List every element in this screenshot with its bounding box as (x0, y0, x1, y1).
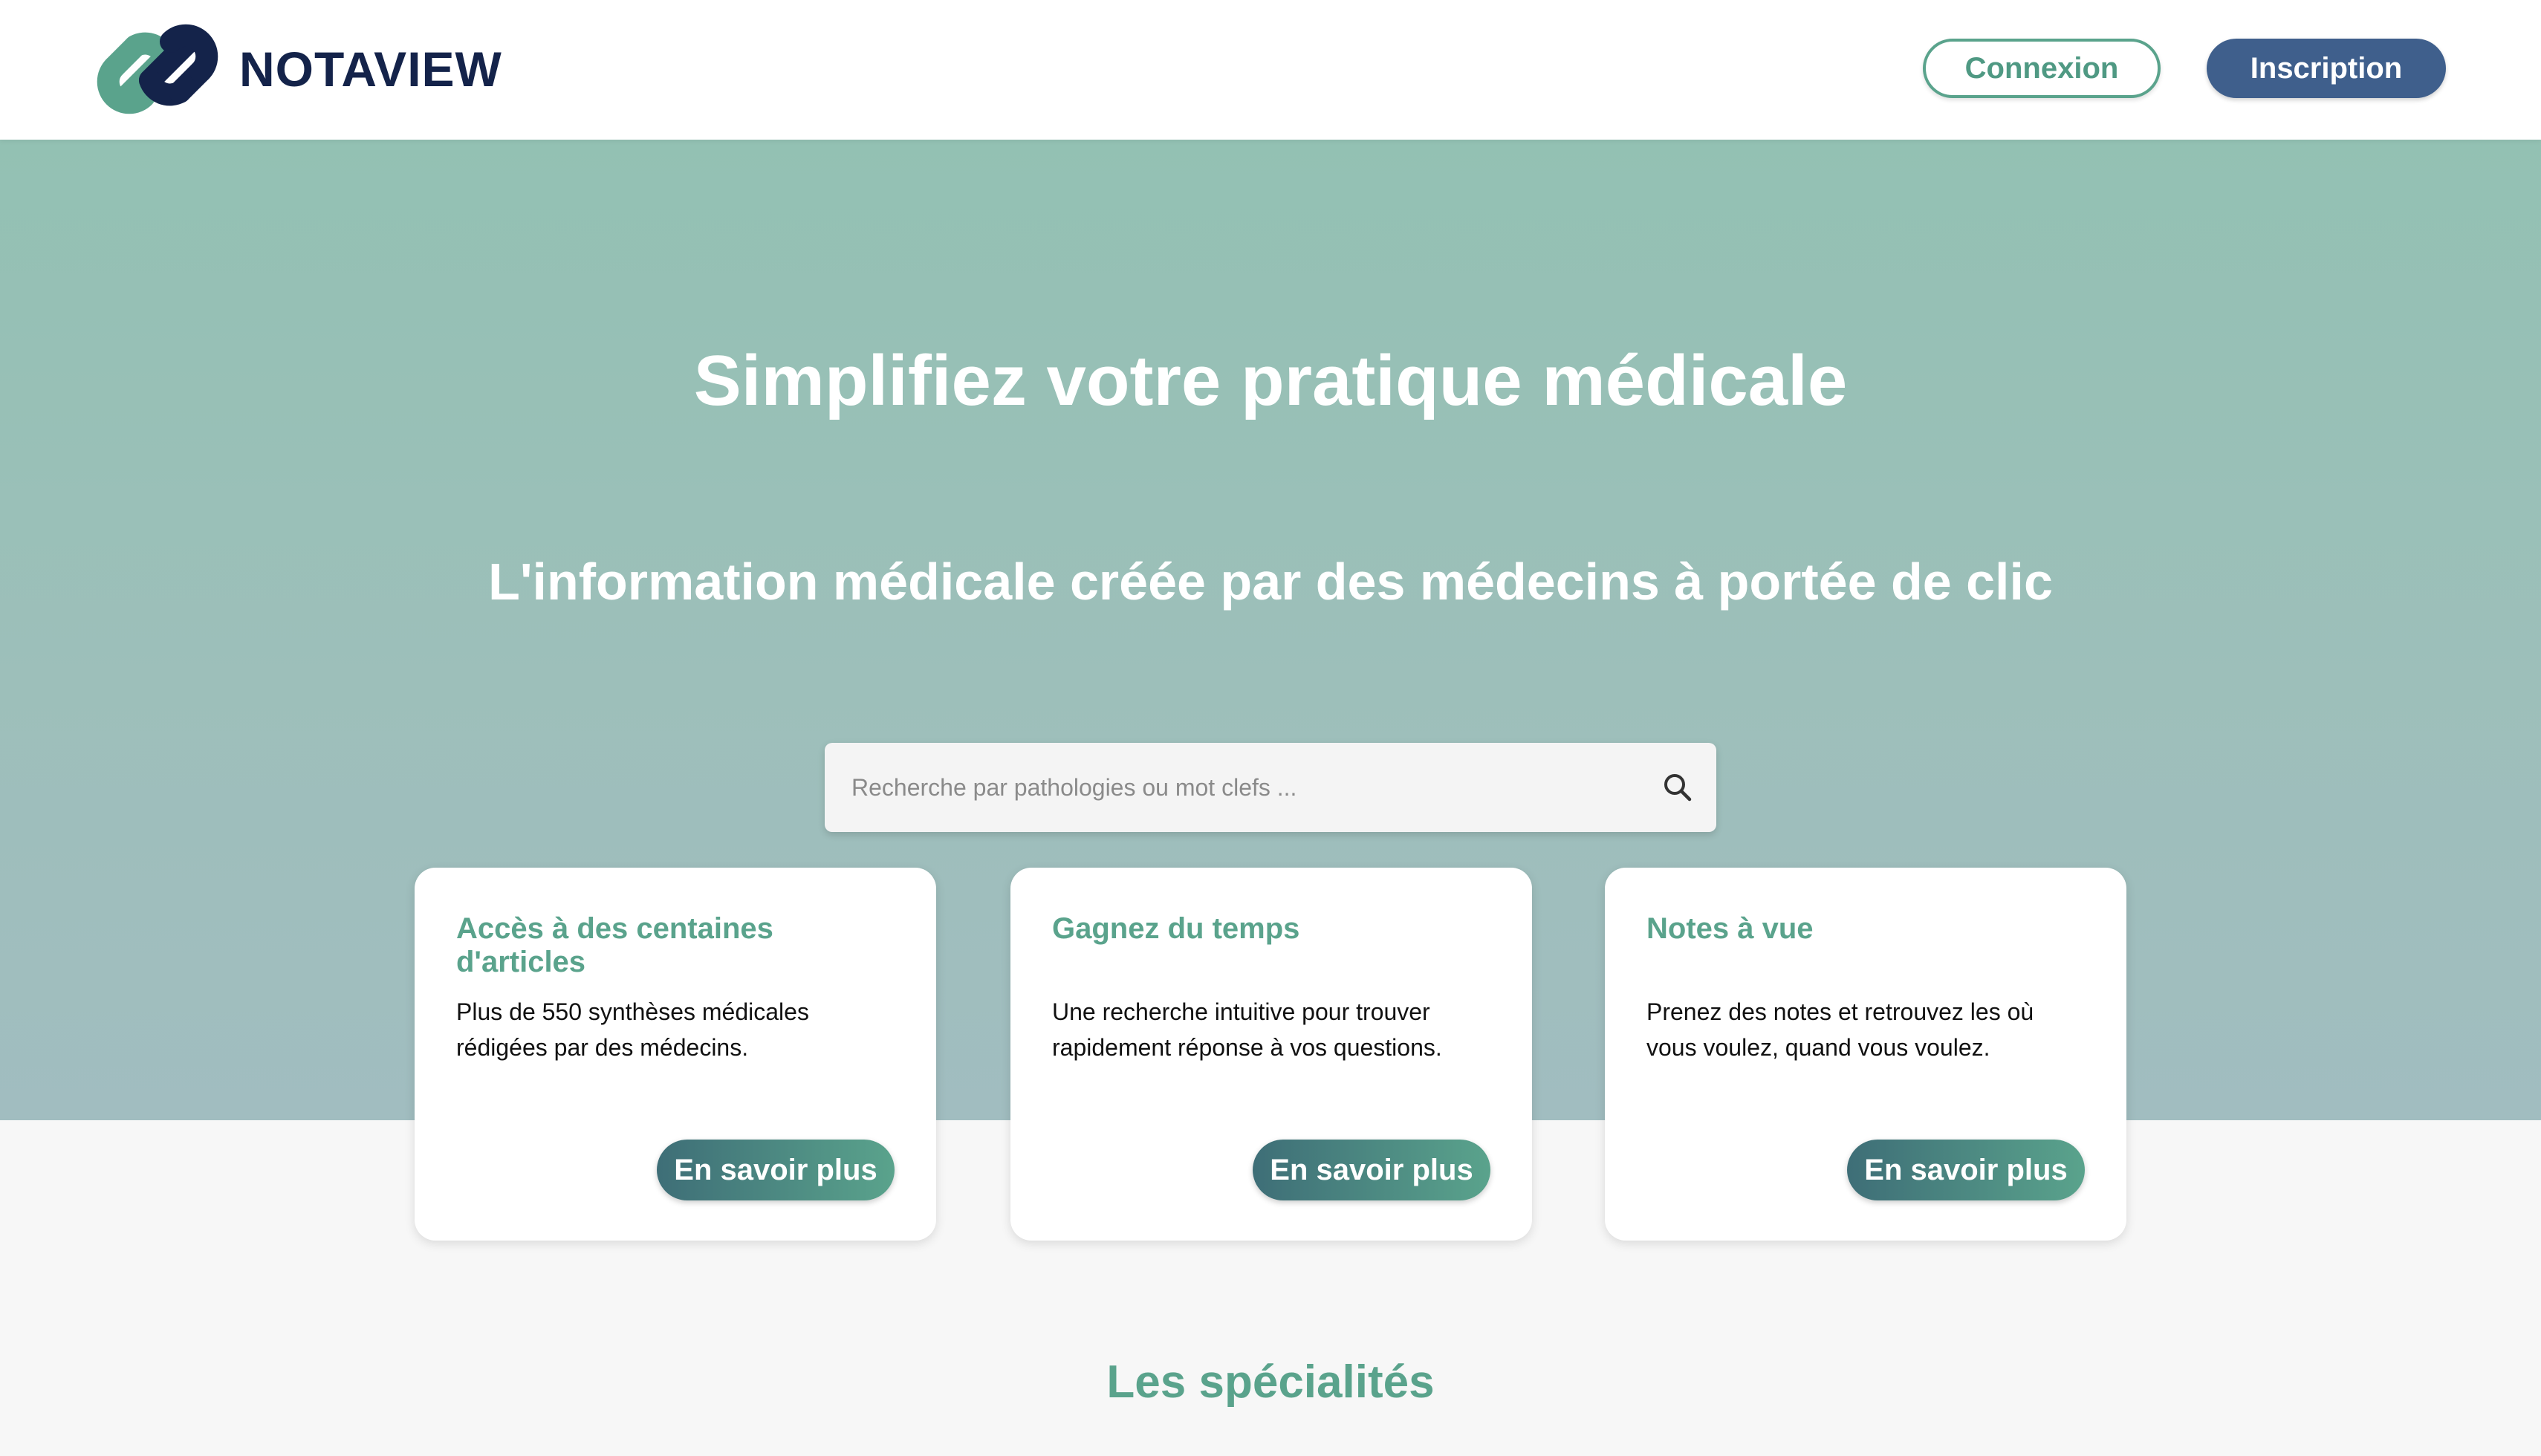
card-text: Prenez des notes et retrouvez les où vou… (1646, 998, 2034, 1061)
logo-icon (97, 24, 218, 114)
specialties-title: Les spécialités (1106, 1356, 1435, 1408)
hero-subtitle: L'information médicale créée par des méd… (488, 553, 2053, 611)
hero-title: Simplifiez votre pratique médicale (693, 341, 1848, 420)
learn-more-button[interactable]: En savoir plus (1847, 1140, 2085, 1200)
brand-name: NOTAVIEW (239, 42, 502, 97)
learn-more-button[interactable]: En savoir plus (1253, 1140, 1490, 1200)
learn-more-button[interactable]: En savoir plus (657, 1140, 895, 1200)
feature-card-notes: Notes à vue Prenez des notes et retrouve… (1605, 868, 2126, 1241)
feature-card-time: Gagnez du temps Une recherche intuitive … (1010, 868, 1532, 1241)
card-title: Gagnez du temps (1052, 912, 1300, 945)
search-bar (825, 743, 1716, 832)
logo[interactable]: NOTAVIEW (92, 13, 502, 125)
card-text: Plus de 550 synthèses médicales rédigées… (456, 998, 809, 1061)
top-header: NOTAVIEW Connexion Inscription (0, 0, 2541, 140)
card-title: Notes à vue (1646, 912, 1814, 945)
card-text: Une recherche intuitive pour trouver rap… (1052, 998, 1442, 1061)
signup-button[interactable]: Inscription (2207, 39, 2446, 98)
search-icon[interactable] (1661, 771, 1694, 804)
search-input[interactable] (825, 743, 1627, 832)
feature-card-articles: Accès à des centaines d'articles Plus de… (415, 868, 936, 1241)
page: NOTAVIEW Connexion Inscription Simplifie… (0, 0, 2541, 1456)
login-button[interactable]: Connexion (1923, 39, 2161, 98)
card-title: Accès à des centaines d'articles (456, 912, 773, 978)
